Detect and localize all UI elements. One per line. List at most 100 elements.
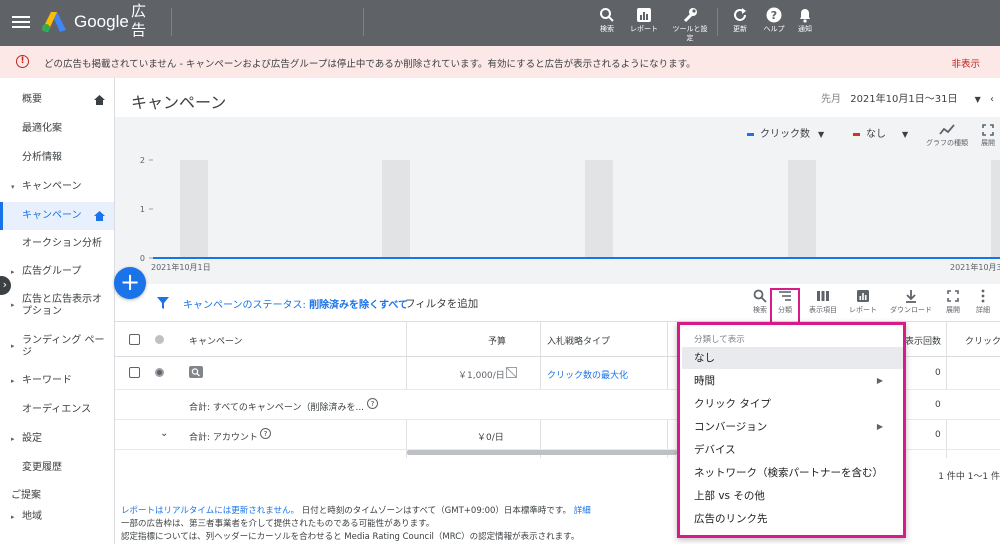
segment-option-time[interactable]: 時間 ▶ [682, 370, 903, 392]
sidebar-item-auction-insights[interactable]: オークション分析 [0, 238, 114, 252]
filter-icon[interactable] [157, 297, 169, 309]
chevron-down-icon: ▼ [974, 95, 981, 104]
sidebar-item-landing-pages[interactable]: ▸ ランディング ページ [0, 335, 114, 361]
search-icon [600, 8, 614, 22]
x-tick-label-end: 2021年10月3 [950, 262, 1000, 272]
header-bid-strategy[interactable]: 入札戦略タイプ [547, 334, 610, 347]
sidebar-item-locations[interactable]: ▸ 地域 [0, 511, 114, 525]
sidebar-item-overview[interactable]: 概要 [0, 94, 114, 108]
chevron-right-icon: ▸ [11, 342, 15, 350]
segment-option-network[interactable]: ネットワーク（検索パートナーを含む） [682, 462, 903, 484]
performance-chart: 2 1 0 2021年10月1日 2021年10月3 [140, 156, 1000, 272]
sidebar-item-campaigns[interactable]: キャンペーン [0, 202, 114, 230]
help-icon[interactable]: ? [367, 398, 378, 409]
select-all-checkbox[interactable] [129, 334, 140, 345]
segment-option-ad-destination[interactable]: 広告のリンク先 [682, 508, 903, 530]
segment-option-device[interactable]: デバイス [682, 439, 903, 461]
header-campaign[interactable]: キャンペーン [189, 334, 243, 347]
columns-icon [817, 291, 829, 301]
filter-chip-status[interactable]: キャンペーンのステータス: 削除済みを除くすべて [183, 296, 408, 311]
segment-option-none[interactable]: なし [682, 347, 903, 369]
refresh-icon [734, 8, 746, 21]
sidebar-item-recommendations[interactable]: 最適化案 [0, 123, 114, 137]
add-filter-button[interactable]: フィルタを追加 [405, 296, 478, 311]
chevron-right-icon: ▸ [11, 435, 15, 443]
tool-more-button[interactable]: 詳細 [968, 289, 998, 315]
header-budget[interactable]: 予算 [488, 334, 506, 347]
sidebar-item-settings[interactable]: ▸ 設定 [0, 433, 114, 447]
add-campaign-button[interactable]: + [114, 267, 146, 299]
chevron-right-icon: ▸ [11, 301, 15, 309]
menu-icon[interactable] [12, 13, 30, 33]
impressions-value: 0 [935, 400, 941, 410]
sidebar-item-ad-groups[interactable]: ▸ 広告グループ [0, 266, 114, 280]
divider [171, 8, 172, 36]
date-range-value: 2021年10月1日〜31日 [850, 94, 958, 105]
segment-option-click-type[interactable]: クリック タイプ [682, 393, 903, 415]
sidebar: 概要 最適化案 分析情報 ▾ キャンペーン キャンペーン オークション分析 ▸ … [0, 78, 115, 544]
header-clicks[interactable]: クリック [965, 334, 1000, 347]
chevron-right-icon: ▸ [11, 268, 15, 276]
tool-download-button[interactable]: ダウンロード [886, 289, 936, 315]
sidebar-item-suggestions[interactable]: ご提案 [0, 490, 114, 504]
divider [717, 8, 718, 36]
status-dot [155, 335, 164, 344]
sidebar-item-ads-extensions[interactable]: ▸ 広告と広告表示オプション [0, 294, 114, 320]
header-impressions[interactable]: 表示回数 [905, 334, 941, 347]
top-notifications-button[interactable]: 通知 [785, 7, 825, 34]
x-tick-label-start: 2021年10月1日 [151, 262, 211, 272]
bid-strategy-link[interactable]: クリック数の最大化 [547, 368, 628, 381]
google-ads-logo [42, 12, 66, 32]
segment-option-conversions[interactable]: コンバージョン ▶ [682, 416, 903, 438]
realtime-notice-link[interactable]: レポートはリアルタイムには更新されません。 [121, 506, 299, 516]
segment-highlight-box [770, 288, 800, 324]
row-checkbox[interactable] [129, 367, 140, 378]
budget-total-value: ￥0/日 [477, 433, 504, 443]
pagination-info: 1 件中 1〜1 件 [938, 472, 1000, 482]
weekend-band [585, 160, 613, 258]
sidebar-item-campaigns-group[interactable]: ▾ キャンペーン [0, 181, 114, 195]
weekend-band [180, 160, 208, 258]
sidebar-item-keywords[interactable]: ▸ キーワード [0, 375, 114, 389]
report-icon [637, 8, 651, 22]
divider [363, 8, 364, 36]
tool-expand-button[interactable]: 展開 [938, 289, 968, 315]
filter-bar: + キャンペーンのステータス: 削除済みを除くすべて フィルタを追加 検索 分類… [114, 267, 1000, 324]
tool-report-button[interactable]: レポート [846, 289, 880, 315]
error-icon: ! [16, 55, 29, 68]
sidebar-item-change-history[interactable]: 変更履歴 [0, 462, 114, 476]
sidebar-item-audiences[interactable]: オーディエンス [0, 404, 114, 418]
search-campaign-icon [189, 366, 203, 378]
bell-icon [800, 9, 810, 23]
segment-dropdown-menu: 分類して表示 なし 時間 ▶ クリック タイプ コンバージョン ▶ デバイス ネット… [677, 322, 906, 538]
impressions-value: 0 [935, 368, 941, 378]
top-tools-button[interactable]: ツールと設定 [670, 7, 710, 43]
fullscreen-icon [947, 290, 959, 302]
sidebar-item-insights[interactable]: 分析情報 [0, 152, 114, 166]
home-icon [94, 211, 105, 221]
chevron-right-icon: ▸ [11, 377, 15, 385]
help-icon[interactable]: ? [260, 428, 271, 439]
y-tick-label: 2 [140, 156, 145, 165]
wrench-icon [683, 8, 697, 23]
top-search-button[interactable]: 検索 [587, 7, 627, 34]
chart-off-icon [506, 367, 517, 378]
performance-chart-panel: クリック数 ▼ なし ▼ グラフの種類 展開 2 1 0 2021年10月1日 2021年1… [115, 117, 1000, 284]
date-range-picker[interactable]: 先月 2021年10月1日〜31日 ▼ ‹ [821, 90, 994, 105]
weekend-band [788, 160, 816, 258]
details-link[interactable]: 詳細 [574, 506, 591, 516]
y-tick-label: 1 [140, 205, 145, 214]
product-name: 広告 [131, 2, 147, 39]
download-icon [906, 290, 916, 303]
alert-dismiss-button[interactable]: 非表示 [951, 56, 980, 70]
top-report-button[interactable]: レポート [624, 7, 664, 34]
weekend-band [991, 160, 1000, 258]
horizontal-scrollbar[interactable] [407, 450, 677, 455]
status-dot[interactable] [155, 368, 164, 377]
svg-text:?: ? [771, 9, 777, 22]
segment-option-top-vs-other[interactable]: 上部 vs その他 [682, 485, 903, 507]
chevron-left-icon[interactable]: ‹ [990, 94, 994, 105]
chevron-down-icon[interactable]: ⌄ [160, 428, 168, 439]
tool-columns-button[interactable]: 表示項目 [806, 289, 840, 315]
more-icon [981, 289, 985, 303]
